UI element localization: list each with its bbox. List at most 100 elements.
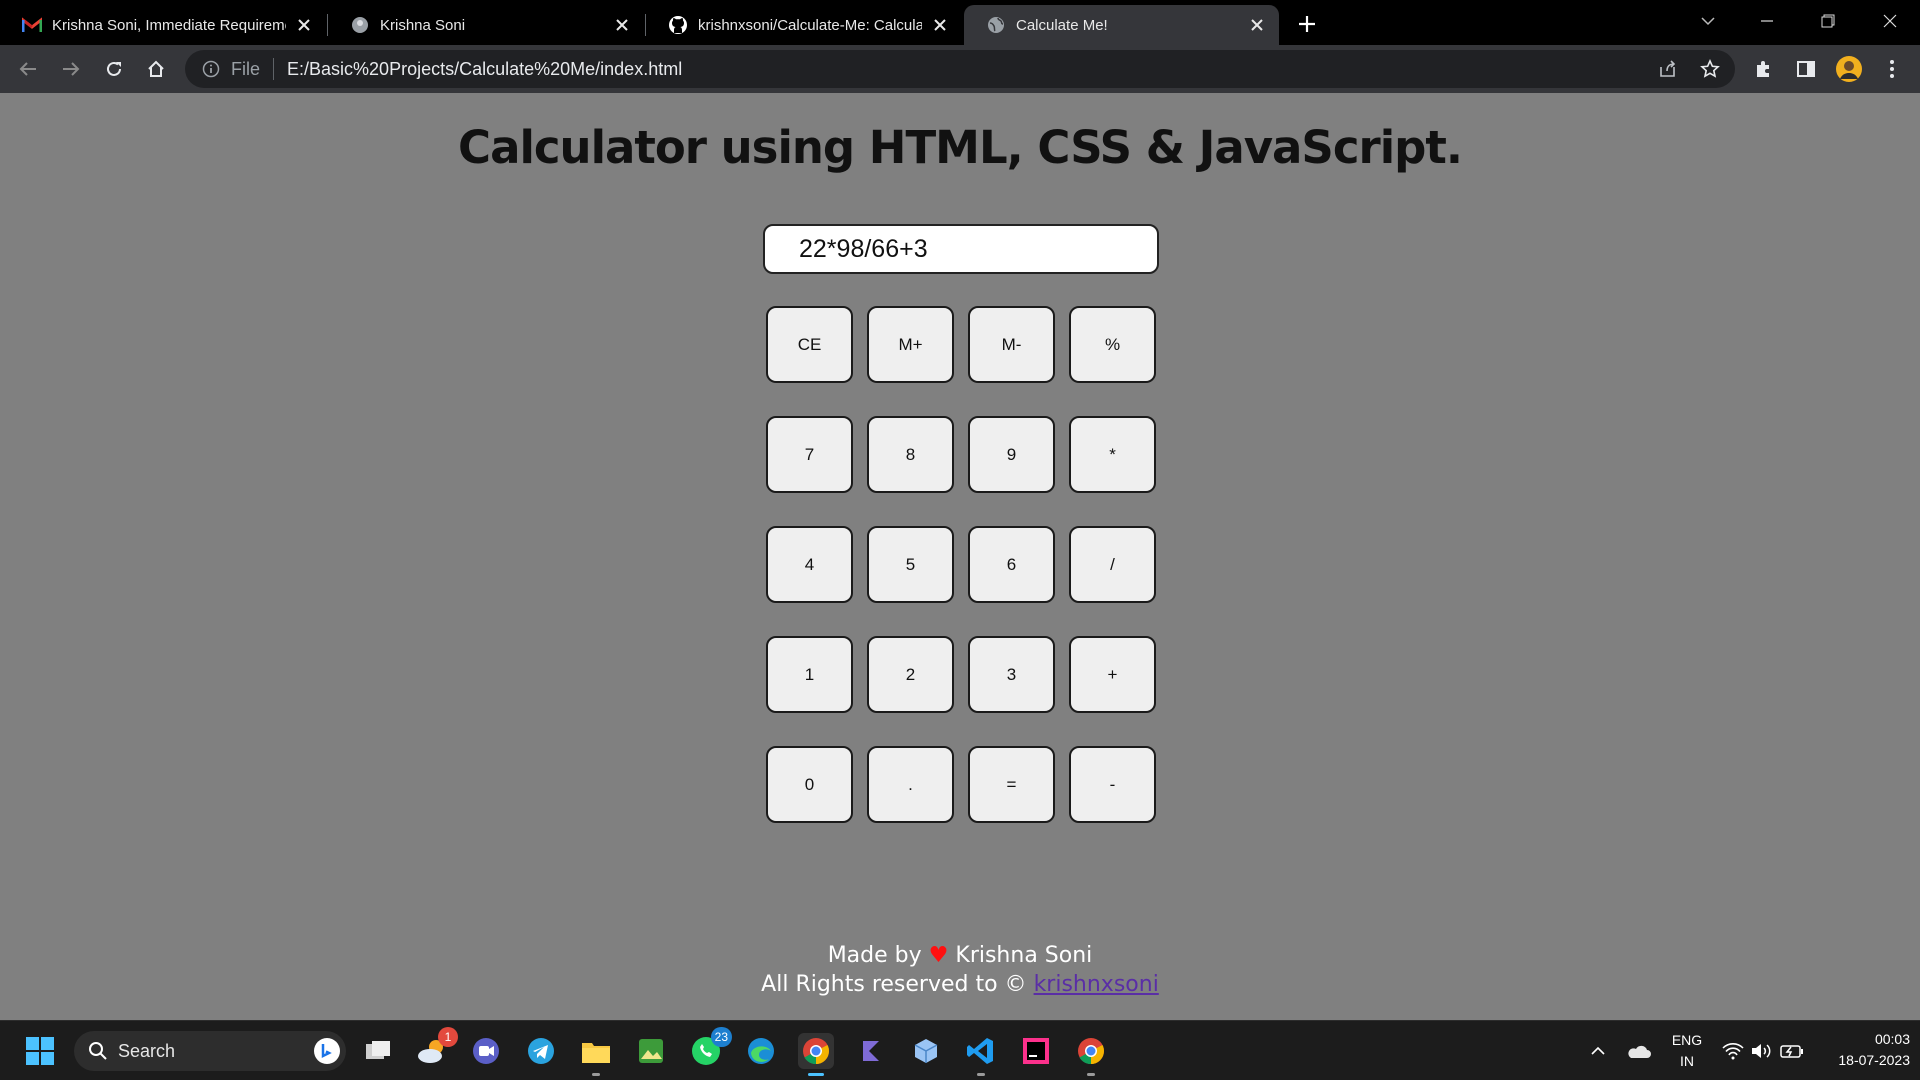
rights-text: All Rights reserved to © — [761, 972, 1027, 997]
windows-taskbar: Search 1 23 ENG IN 00:03 18-07-2023 — [0, 1020, 1920, 1080]
key-multiply[interactable]: * — [1069, 416, 1156, 493]
key-9[interactable]: 9 — [968, 416, 1055, 493]
tab-title: krishnxsoni/Calculate-Me: Calculate — [698, 16, 922, 34]
key-8[interactable]: 8 — [867, 416, 954, 493]
windows-start-icon[interactable] — [22, 1033, 58, 1069]
key-6[interactable]: 6 — [968, 526, 1055, 603]
photos-app-icon[interactable] — [633, 1033, 669, 1069]
running-indicator — [592, 1073, 600, 1076]
wifi-icon[interactable] — [1720, 1021, 1746, 1080]
heart-icon: ♥ — [928, 943, 949, 968]
author-name: Krishna Soni — [955, 943, 1093, 968]
key-equals[interactable]: = — [968, 746, 1055, 823]
tab-gmail[interactable]: Krishna Soni, Immediate Requirement — [0, 5, 326, 45]
key-subtract[interactable]: - — [1069, 746, 1156, 823]
key-3[interactable]: 3 — [968, 636, 1055, 713]
page-footer: Made by ♥ Krishna Soni All Rights reserv… — [0, 941, 1920, 999]
tab-github[interactable]: krishnxsoni/Calculate-Me: Calculate — [646, 5, 962, 45]
key-add[interactable]: + — [1069, 636, 1156, 713]
author-profile-link[interactable]: krishnxsoni — [1034, 972, 1159, 997]
key-2[interactable]: 2 — [867, 636, 954, 713]
running-indicator — [808, 1073, 824, 1076]
weather-widget-icon[interactable]: 1 — [414, 1027, 458, 1069]
system-clock[interactable]: 00:03 18-07-2023 — [1820, 1029, 1910, 1071]
page-content: Calculator using HTML, CSS & JavaScript.… — [0, 93, 1920, 1020]
info-icon[interactable] — [201, 59, 221, 79]
file-explorer-icon[interactable] — [578, 1033, 614, 1076]
key-clear-entry[interactable]: CE — [766, 306, 853, 383]
running-indicator — [1087, 1073, 1095, 1076]
cube-app-icon[interactable] — [908, 1033, 944, 1069]
key-decimal[interactable]: . — [867, 746, 954, 823]
home-icon[interactable] — [142, 55, 170, 83]
kotlin-app-icon[interactable] — [853, 1033, 889, 1069]
tab-search-chevron-icon[interactable] — [1693, 6, 1723, 36]
teams-chat-icon[interactable] — [468, 1033, 504, 1069]
avatar[interactable] — [1835, 55, 1863, 83]
show-hidden-icons-chevron[interactable] — [1586, 1021, 1610, 1080]
onedrive-cloud-icon[interactable] — [1623, 1021, 1653, 1080]
back-icon[interactable] — [14, 55, 42, 83]
vscode-icon[interactable] — [963, 1033, 999, 1076]
key-percent[interactable]: % — [1069, 306, 1156, 383]
tab-title: Krishna Soni, Immediate Requirement — [52, 16, 286, 34]
running-indicator — [977, 1073, 985, 1076]
edge-browser-icon[interactable] — [743, 1033, 779, 1069]
battery-charging-icon[interactable] — [1778, 1021, 1806, 1080]
scheme-label: File — [231, 58, 261, 79]
close-tab-icon[interactable] — [1247, 15, 1267, 35]
weather-notification-badge: 1 — [438, 1027, 458, 1047]
taskbar-search-input[interactable]: Search — [74, 1031, 346, 1071]
tab-title: Krishna Soni — [380, 16, 466, 34]
address-bar[interactable]: File E:/Basic%20Projects/Calculate%20Me/… — [185, 50, 1735, 88]
bing-icon[interactable] — [314, 1038, 340, 1064]
github-icon — [668, 15, 688, 35]
language-line-1: ENG — [1671, 1032, 1703, 1048]
forward-icon[interactable] — [57, 55, 85, 83]
made-by-text: Made by — [827, 943, 922, 968]
restore-icon[interactable] — [1813, 6, 1843, 36]
tab-krishna-soni[interactable]: Krishna Soni — [328, 5, 644, 45]
telegram-icon[interactable] — [523, 1033, 559, 1069]
chrome-icon[interactable] — [798, 1033, 834, 1076]
reload-icon[interactable] — [100, 55, 128, 83]
url-text[interactable]: E:/Basic%20Projects/Calculate%20Me/index… — [287, 59, 682, 80]
tab-calculate-me[interactable]: Calculate Me! — [964, 5, 1279, 45]
search-label: Search — [118, 1040, 176, 1061]
key-memory-plus[interactable]: M+ — [867, 306, 954, 383]
browser-menu-icon[interactable] — [1878, 55, 1906, 83]
close-tab-icon[interactable] — [294, 15, 314, 35]
key-5[interactable]: 5 — [867, 526, 954, 603]
close-tab-icon[interactable] — [612, 15, 632, 35]
key-7[interactable]: 7 — [766, 416, 853, 493]
extensions-puzzle-icon[interactable] — [1750, 55, 1778, 83]
rights-line: All Rights reserved to © krishnxsoni — [0, 970, 1920, 999]
close-tab-icon[interactable] — [930, 15, 950, 35]
chrome-profile-icon[interactable] — [1073, 1033, 1109, 1076]
page-title: Calculator using HTML, CSS & JavaScript. — [458, 121, 1463, 174]
whatsapp-icon[interactable]: 23 — [688, 1027, 732, 1069]
language-indicator[interactable]: ENG IN — [1668, 1030, 1706, 1072]
key-memory-minus[interactable]: M- — [968, 306, 1055, 383]
key-1[interactable]: 1 — [766, 636, 853, 713]
browser-tab-bar: Krishna Soni, Immediate Requirement Kris… — [0, 0, 1920, 45]
volume-icon[interactable] — [1748, 1021, 1774, 1080]
key-0[interactable]: 0 — [766, 746, 853, 823]
tab-title: Calculate Me! — [1016, 16, 1108, 34]
key-divide[interactable]: / — [1069, 526, 1156, 603]
clock-date: 18-07-2023 — [1838, 1052, 1910, 1068]
minimize-icon[interactable] — [1752, 6, 1782, 36]
new-tab-button[interactable] — [1293, 10, 1321, 38]
close-window-icon[interactable] — [1875, 6, 1905, 36]
key-4[interactable]: 4 — [766, 526, 853, 603]
intellij-icon[interactable] — [1018, 1033, 1054, 1069]
browser-toolbar: File E:/Basic%20Projects/Calculate%20Me/… — [0, 45, 1920, 93]
side-panel-icon[interactable] — [1792, 55, 1820, 83]
bookmark-star-icon[interactable] — [1697, 56, 1723, 82]
task-view-icon[interactable] — [360, 1033, 396, 1069]
made-by-line: Made by ♥ Krishna Soni — [0, 941, 1920, 970]
calculator-display-input[interactable]: 22*98/66+3 — [763, 224, 1159, 274]
profile-icon — [350, 15, 370, 35]
search-icon — [88, 1041, 108, 1061]
share-icon[interactable] — [1655, 56, 1681, 82]
